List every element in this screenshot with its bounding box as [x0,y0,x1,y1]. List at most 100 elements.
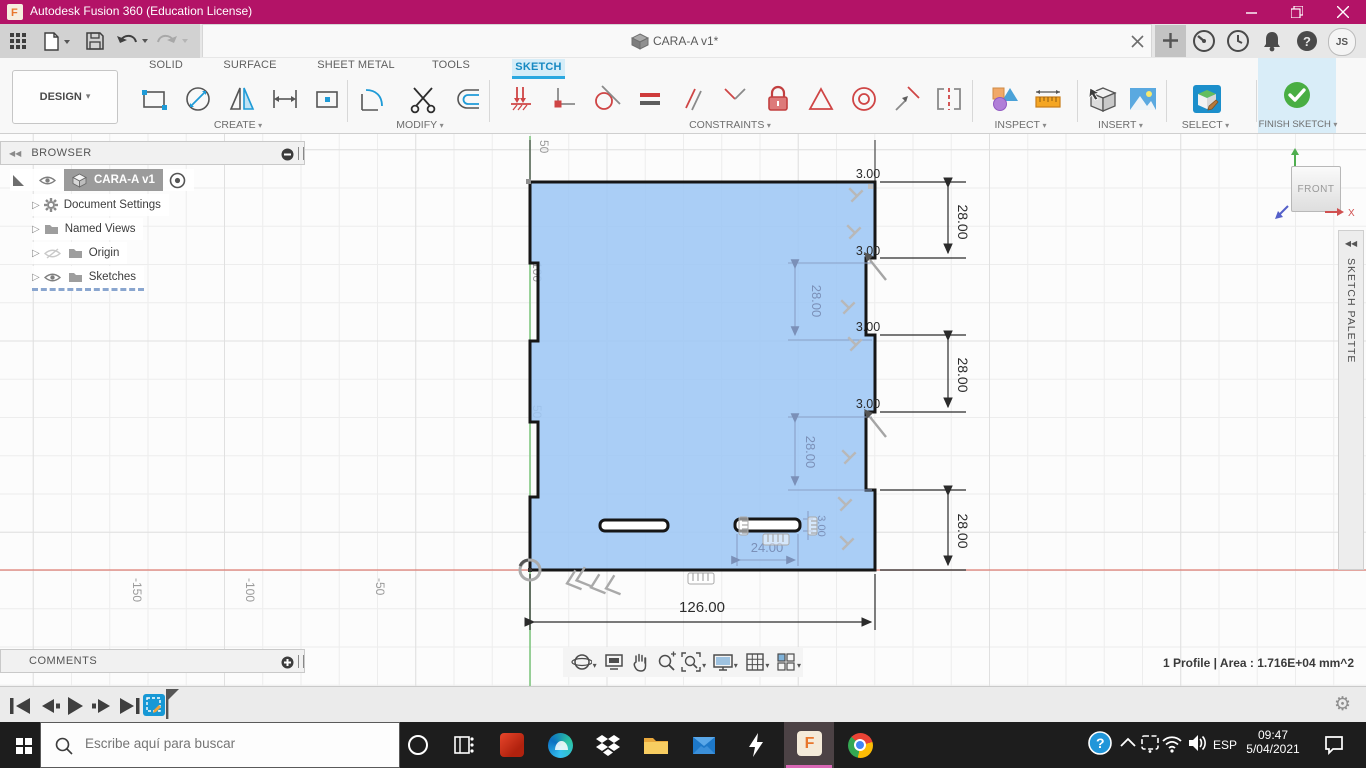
mirror-tool-icon[interactable] [227,84,257,114]
tray-help-icon[interactable]: ? [1086,729,1118,761]
browser-item-document-settings[interactable]: ▷ Document Settings [32,194,169,216]
task-view-icon[interactable] [448,729,480,761]
file-explorer-icon[interactable] [640,729,672,761]
group-label-constraints[interactable]: CONSTRAINTS [670,119,790,131]
add-comment-icon[interactable] [281,656,294,669]
timeline-settings-gear-icon[interactable]: ⚙ [1334,693,1356,715]
tab-surface[interactable]: SURFACE [216,59,284,76]
timeline-position-marker[interactable] [164,689,180,721]
tab-close-icon[interactable] [1131,35,1144,48]
sketch-canvas[interactable]: -150 -100 -50 50 100 50 [0,134,1366,686]
sketch-palette-collapsed[interactable]: ◀◀ SKETCH PALETTE [1338,230,1364,570]
app-grid-icon[interactable] [10,33,27,50]
save-icon[interactable] [86,32,104,50]
fusion-taskbar-active[interactable]: F [784,722,834,768]
document-tab-active[interactable]: CARA-A v1* [202,24,1152,57]
taskbar-search[interactable] [40,722,400,768]
maximize-button[interactable] [1274,0,1320,24]
look-at-icon[interactable] [603,651,624,673]
browser-root-row[interactable]: CARA-A v1 [10,169,194,191]
office-app-icon[interactable] [496,729,528,761]
file-menu-icon[interactable] [44,32,70,51]
measure-icon[interactable] [990,84,1020,114]
display-settings-icon[interactable] [712,651,733,673]
tab-tools[interactable]: TOOLS [426,59,476,76]
browser-item-sketches[interactable]: ▷ Sketches [32,266,145,291]
visibility-eye-icon[interactable] [39,175,56,186]
constraint-equal-icon[interactable] [635,84,665,114]
sketch-geometry[interactable]: -150 -100 -50 50 100 50 [0,134,1366,686]
grid-settings-icon[interactable] [744,651,765,673]
activate-component-icon[interactable] [169,172,186,189]
action-center-icon[interactable] [1320,729,1352,761]
trim-tool-icon[interactable] [408,84,438,114]
recent-clock-icon[interactable] [1226,29,1250,53]
notifications-bell-icon[interactable] [1260,29,1284,53]
constraint-parallel-icon[interactable] [678,84,708,114]
constraint-collinear-icon[interactable] [892,84,922,114]
mail-app-icon[interactable] [688,729,720,761]
constraint-midpoint-icon[interactable] [806,84,836,114]
minimize-button[interactable] [1228,0,1274,24]
constraint-perpendicular-icon[interactable] [720,84,750,114]
center-rectangle-tool-icon[interactable] [312,84,342,114]
search-input[interactable] [83,735,387,752]
help-icon[interactable]: ? [1295,29,1319,53]
dropbox-icon[interactable] [592,729,624,761]
pan-hand-icon[interactable] [629,651,650,673]
insert-derive-icon[interactable] [1088,84,1118,114]
rectangle-tool-icon[interactable] [139,84,169,114]
constraint-symmetry-icon[interactable] [934,84,964,114]
tab-solid[interactable]: SOLID [140,59,192,76]
offset-tool-icon[interactable] [453,84,483,114]
viewports-icon[interactable] [775,651,796,673]
tray-volume-icon[interactable] [1184,729,1216,761]
constraint-tangent-icon[interactable] [592,84,622,114]
circle-tool-icon[interactable] [183,84,213,114]
group-label-inspect[interactable]: INSPECT [963,119,1078,131]
constraint-fix-lock-icon[interactable] [763,84,793,114]
tab-sheet-metal[interactable]: SHEET METAL [310,59,402,76]
workspace-selector[interactable]: DESIGN [12,70,118,124]
browser-grip[interactable] [298,147,304,160]
timeline-go-to-end-icon[interactable] [118,698,140,714]
group-label-finish-sketch[interactable]: FINISH SKETCH [1252,119,1344,130]
redo-icon[interactable] [156,33,190,50]
chrome-icon[interactable] [844,729,876,761]
group-label-modify[interactable]: MODIFY [365,119,475,131]
browser-root-selected[interactable]: CARA-A v1 [64,169,163,191]
visibility-eye-icon[interactable] [43,272,61,283]
tray-clock[interactable]: 09:47 5/04/2021 [1240,728,1306,756]
visibility-off-eye-icon[interactable] [43,247,61,259]
timeline-sketch-feature[interactable] [143,694,165,716]
group-label-select[interactable]: SELECT [1148,119,1263,131]
user-avatar[interactable]: JS [1328,28,1356,56]
constraint-horizontal-vertical-icon[interactable] [506,84,536,114]
constraint-concentric-icon[interactable] [849,84,879,114]
browser-item-origin[interactable]: ▷ Origin [32,242,128,264]
timeline-step-back-icon[interactable] [38,698,60,714]
browser-item-named-views[interactable]: ▷ Named Views [32,218,144,240]
constraint-coincident-icon[interactable] [549,84,579,114]
orbit-icon[interactable] [571,651,592,673]
finish-sketch-icon[interactable] [1282,80,1312,110]
start-button[interactable] [8,729,40,761]
tray-language[interactable]: ESP [1213,738,1237,752]
edge-browser-icon[interactable] [544,729,576,761]
new-tab-button[interactable] [1155,25,1186,57]
insert-canvas-image-icon[interactable] [1128,84,1158,114]
expand-root-icon[interactable] [12,174,25,187]
fillet-tool-icon[interactable] [358,84,388,114]
undo-icon[interactable] [116,33,150,50]
job-status-icon[interactable] [1192,29,1216,53]
timeline-play-icon[interactable] [66,697,84,715]
slot-left[interactable] [598,518,670,533]
select-tool-icon[interactable] [1192,84,1222,114]
close-button[interactable] [1320,0,1366,24]
cortana-icon[interactable] [402,729,434,761]
timeline-go-to-start-icon[interactable] [10,698,32,714]
sketch-profile[interactable] [528,180,877,572]
comments-grip[interactable] [298,655,304,668]
expand-palette-icon[interactable]: ◀◀ [1339,239,1363,248]
tab-sketch[interactable]: SKETCH [512,59,565,76]
